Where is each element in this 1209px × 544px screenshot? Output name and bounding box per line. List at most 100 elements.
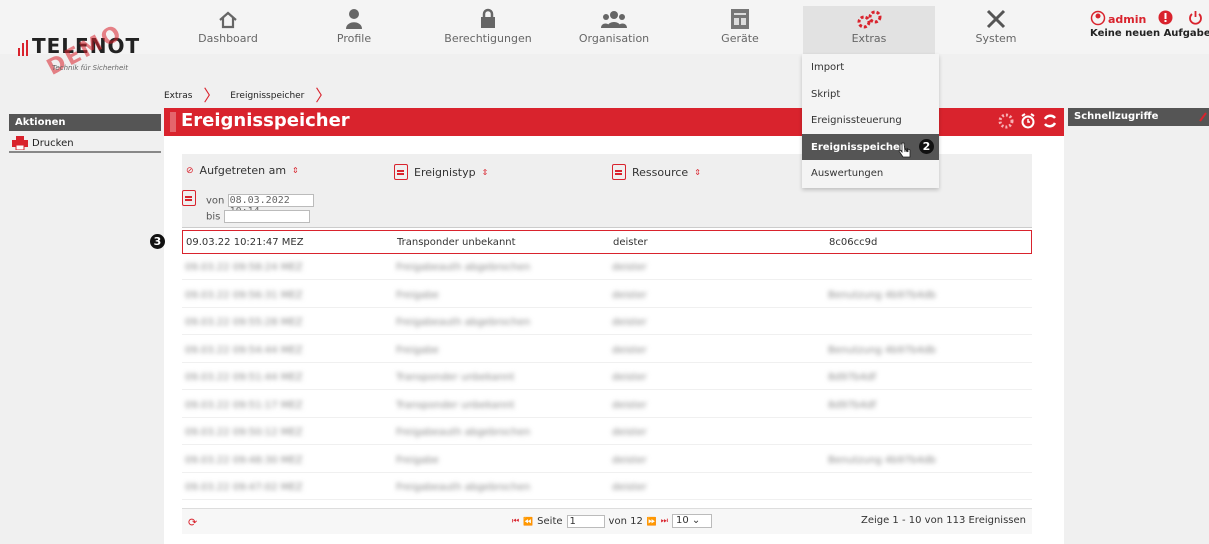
home-icon (162, 6, 294, 32)
cell-resource: deister (612, 289, 647, 301)
menu-item-auswertungen[interactable]: Auswertungen (802, 160, 939, 187)
nav-organisation[interactable]: Organisation (548, 6, 680, 54)
breadcrumb-item-extras[interactable]: Extras (164, 91, 192, 101)
nav-label: Profile (336, 32, 372, 45)
date-filter-icon[interactable] (182, 190, 196, 206)
date-from-input[interactable]: 08.03.2022 10:14 (227, 194, 314, 217)
user-name-link[interactable]: admin (1108, 13, 1146, 26)
next-page-icon[interactable]: ⏩ (647, 517, 657, 526)
nav-label: Extras (851, 32, 887, 45)
cell-date: 09.03.22 09:47:02 MEZ (185, 482, 303, 493)
refresh-icon[interactable]: ⟳ (188, 516, 197, 529)
cell-type: Freigabeauth abgebrochen (396, 317, 531, 328)
logo-tagline: Technik für Sicherheit (52, 64, 128, 72)
cell-extra: Benutzung 4b97b4db (828, 344, 936, 356)
cell-type: Transponder unbekannt (396, 372, 515, 383)
table-row[interactable]: 09.03.22 09:48:30 MEZ Freigabe deister Benu… (182, 449, 1032, 473)
table-row[interactable]: 09.03.22 09:51:44 MEZ Transponder unbekan… (182, 366, 1032, 390)
nav-label: Berechtigungen (444, 32, 532, 45)
cell-date: 09.03.22 09:58:24 MEZ (185, 262, 303, 273)
cell-resource: deister (612, 482, 647, 493)
page-size-value: 10 (675, 515, 689, 526)
sort-arrows-icon: ⇕ (481, 167, 489, 177)
cell-type: Transponder unbekannt (396, 399, 515, 411)
filter-icon[interactable] (612, 164, 626, 180)
cell-extra: 8c06cc9d (829, 237, 878, 248)
tasks-status: Keine neuen Aufgaben (1090, 28, 1209, 39)
date-from-row: von 08.03.2022 10:14 (206, 194, 314, 217)
nav-berechtigungen[interactable]: Berechtigungen (422, 6, 554, 54)
table-row[interactable]: 09.03.22 09:50:12 MEZ Freigabeauth abgebr… (182, 421, 1032, 445)
menu-item-skript[interactable]: Skript (802, 81, 939, 108)
breadcrumb: Extras 〉 Ereignisspeicher 〉 (164, 84, 339, 105)
extras-menu: Import Skript Ereignissteuerung Ereignis… (802, 54, 939, 188)
column-label: Ereignistyp (414, 165, 476, 179)
sort-arrows-icon: ⇕ (292, 166, 299, 175)
page-title: Ereignisspeicher (181, 110, 350, 131)
table-row[interactable]: 09.03.22 09:51:17 MEZ Transponder unbekan… (182, 394, 1032, 418)
cell-extra: Benutzung 4b97b4db (828, 289, 936, 301)
cell-date: 09.03.22 09:50:12 MEZ (185, 427, 303, 438)
table-row-highlighted[interactable]: 09.03.22 10:21:47 MEZ Transponder unbeka… (182, 230, 1032, 254)
info-icon[interactable] (1158, 10, 1173, 25)
print-action[interactable]: Drucken (9, 131, 161, 153)
nav-label: Dashboard (198, 32, 258, 45)
cell-extra: 8d97b4df (828, 372, 877, 383)
menu-item-import[interactable]: Import (802, 54, 939, 81)
cell-resource: deister (612, 262, 647, 273)
profile-icon (288, 6, 420, 32)
table-row[interactable]: 09.03.22 09:58:24 MEZ Freigabeauth abgebr… (182, 256, 1032, 280)
filter-icon[interactable] (394, 164, 408, 180)
cell-extra: 8d97b4df (828, 399, 877, 411)
cell-resource: deister (612, 317, 647, 328)
logo-bars-icon (18, 40, 28, 56)
user-icon (1090, 10, 1106, 26)
page-size-select[interactable]: 10 ⌄ (671, 514, 712, 528)
cell-extra: Benutzung 4b97b4db (828, 454, 936, 466)
first-page-icon[interactable]: ⏮ (512, 516, 519, 526)
menu-item-ereignissteuerung[interactable]: Ereignissteuerung (802, 107, 939, 134)
prev-page-icon[interactable]: ⏪ (523, 517, 533, 526)
page-of-label: von 12 (608, 515, 643, 527)
tools-icon (930, 6, 1062, 32)
cell-date: 09.03.22 09:48:30 MEZ (185, 454, 303, 466)
cell-date: 09.03.22 09:54:44 MEZ (185, 344, 303, 356)
cell-type: Freigabe (396, 289, 439, 301)
nav-dashboard[interactable]: Dashboard (162, 6, 294, 54)
cell-type: Transponder unbekannt (397, 237, 516, 248)
nav-geraete[interactable]: Geräte (674, 6, 806, 54)
from-label: von (206, 195, 225, 207)
date-to-input[interactable] (223, 210, 310, 223)
nav-extras[interactable]: Extras (803, 6, 935, 54)
menu-item-ereignisspeicher[interactable]: Ereignisspeicher 2 (802, 133, 939, 160)
power-icon[interactable] (1188, 10, 1203, 25)
group-icon (548, 6, 680, 32)
refresh-icon[interactable] (1042, 113, 1058, 133)
table-row[interactable]: 09.03.22 09:54:44 MEZ Freigabe deister Benu… (182, 339, 1032, 363)
hand-cursor-icon (898, 142, 911, 157)
nav-system[interactable]: System (930, 6, 1062, 54)
pen-icon[interactable] (1199, 112, 1207, 122)
cell-type: Freigabeauth abgebrochen (396, 482, 531, 493)
column-header-resource[interactable]: Ressource ⇕ (612, 164, 701, 180)
alarm-clock-icon[interactable] (1020, 113, 1036, 133)
cell-resource: deister (612, 399, 647, 411)
nav-label: Geräte (721, 32, 759, 45)
pager: ⟳ ⏮ ⏪ Seite 1 von 12 ⏩ ⏭ 10 ⌄ Zeige 1 - … (182, 508, 1032, 534)
device-icon (674, 6, 806, 32)
table-row[interactable]: 09.03.22 09:47:02 MEZ Freigabeauth abgebr… (182, 476, 1032, 500)
last-page-icon[interactable]: ⏭ (661, 516, 668, 526)
loading-spinner-icon (998, 113, 1014, 133)
column-header-date[interactable]: ⊘ Aufgetreten am ⇕ (186, 164, 299, 177)
table-row[interactable]: 09.03.22 09:55:28 MEZ Freigabeauth abgebr… (182, 311, 1032, 335)
sort-desc-icon: ⊘ (186, 165, 194, 176)
page-input[interactable]: 1 (566, 514, 605, 528)
table-row[interactable]: 09.03.22 09:56:31 MEZ Freigabe deister Benu… (182, 284, 1032, 308)
nav-profile[interactable]: Profile (288, 6, 420, 54)
breadcrumb-item-current[interactable]: Ereignisspeicher (230, 91, 304, 101)
column-header-type[interactable]: Ereignistyp ⇕ (394, 164, 488, 180)
cell-type: Freigabe (396, 454, 439, 466)
page-label: Seite (537, 515, 563, 527)
nav-label: System (975, 32, 1017, 45)
actions-title: Aktionen (9, 114, 161, 131)
